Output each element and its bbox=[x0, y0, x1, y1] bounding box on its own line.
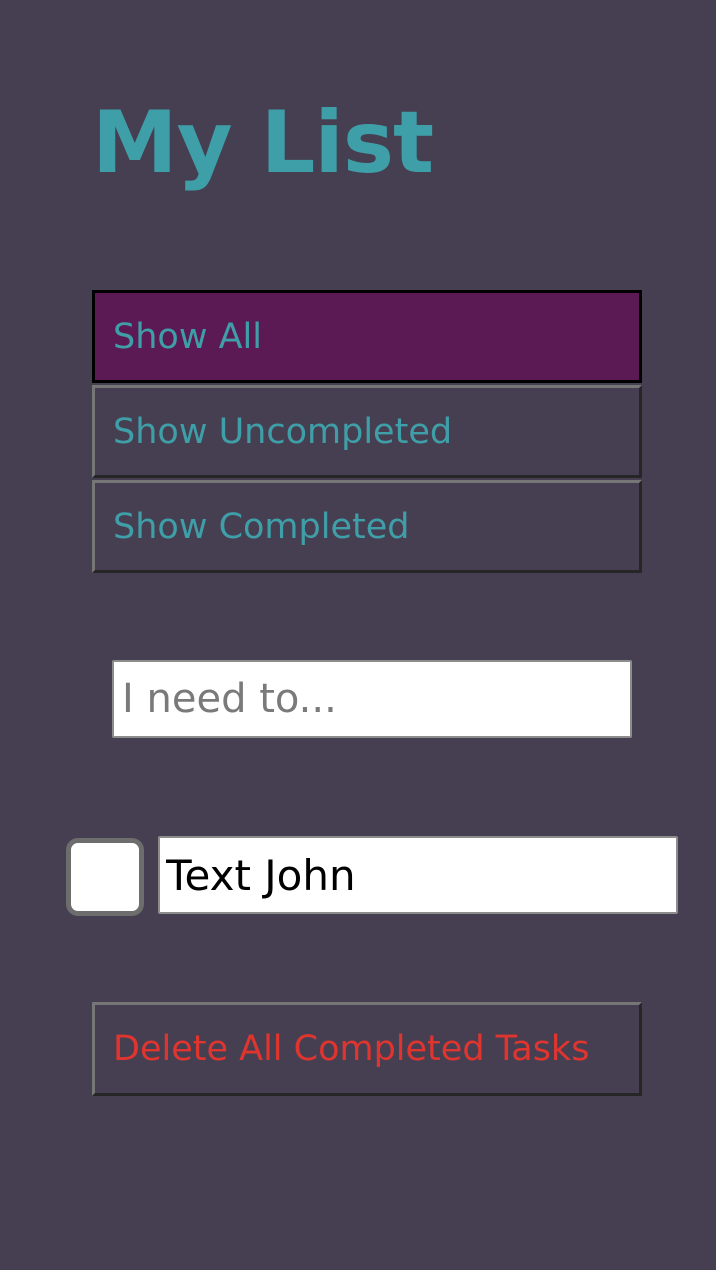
page-title: My List bbox=[92, 93, 434, 193]
show-uncompleted-button[interactable]: Show Uncompleted bbox=[92, 385, 642, 478]
todo-app: My List Show All Show Uncompleted Show C… bbox=[0, 0, 716, 1270]
task-complete-checkbox[interactable] bbox=[66, 838, 144, 916]
task-item bbox=[66, 836, 678, 916]
new-task-input[interactable] bbox=[112, 660, 632, 738]
filter-group: Show All Show Uncompleted Show Completed bbox=[92, 290, 642, 575]
show-all-button[interactable]: Show All bbox=[92, 290, 642, 383]
delete-completed-button[interactable]: Delete All Completed Tasks bbox=[92, 1002, 642, 1096]
task-text-input[interactable] bbox=[158, 836, 678, 914]
show-completed-button[interactable]: Show Completed bbox=[92, 480, 642, 573]
